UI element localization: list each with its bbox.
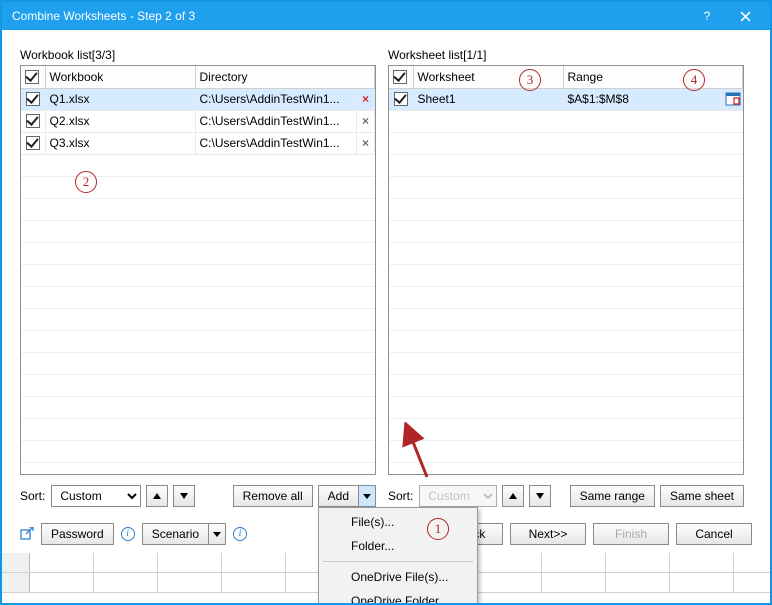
worksheet-list-title: Worksheet list[1/1] [388, 48, 744, 62]
workbook-col-header[interactable]: Workbook [45, 66, 195, 88]
window-title: Combine Worksheets - Step 2 of 3 [12, 9, 688, 23]
remove-row-icon[interactable]: × [356, 110, 374, 132]
wb-sort-select[interactable]: Custom [51, 485, 141, 507]
chevron-down-icon [536, 493, 544, 499]
worksheet-grid[interactable]: Worksheet Range Sheet1$A$1:$M$8 [388, 65, 744, 475]
range-picker-icon[interactable] [721, 88, 743, 110]
ws-sort-select: Custom [419, 485, 497, 507]
scenario-button-label[interactable]: Scenario [143, 524, 209, 544]
table-row[interactable]: Sheet1$A$1:$M$8 [389, 88, 743, 110]
ws-move-up-button[interactable] [502, 485, 524, 507]
wb-move-up-button[interactable] [146, 485, 168, 507]
worksheet-header-row: Worksheet Range [389, 66, 743, 88]
add-dropdown-toggle[interactable] [359, 486, 375, 506]
table-row[interactable]: Q2.xlsxC:\Users\AddinTestWin1...× [21, 110, 375, 132]
workbook-name: Q3.xlsx [45, 132, 195, 154]
worksheet-header-checkbox[interactable] [393, 70, 407, 84]
same-sheet-button[interactable]: Same sheet [660, 485, 744, 507]
remove-row-icon[interactable]: × [356, 132, 374, 154]
row-checkbox[interactable] [26, 114, 40, 128]
row-checkbox[interactable] [26, 92, 40, 106]
wb-sort-label: Sort: [20, 489, 46, 503]
table-row[interactable]: Q3.xlsxC:\Users\AddinTestWin1...× [21, 132, 375, 154]
workbook-list-title: Workbook list[3/3] [20, 48, 376, 62]
chevron-down-icon [180, 493, 188, 499]
next-button[interactable]: Next>> [510, 523, 586, 545]
menu-item-folder[interactable]: Folder... [321, 534, 475, 558]
caret-down-icon [213, 532, 221, 537]
info-icon[interactable]: i [233, 527, 247, 541]
scenario-dropdown-toggle[interactable] [209, 524, 225, 544]
worksheet-name: Sheet1 [413, 88, 563, 110]
menu-item-files[interactable]: File(s)... [321, 510, 475, 534]
menu-item-onedrive-files[interactable]: OneDrive File(s)... [321, 565, 475, 589]
workbook-grid[interactable]: Workbook Directory Q1.xlsxC:\Users\Addin… [20, 65, 376, 475]
worksheet-range: $A$1:$M$8 [563, 88, 721, 110]
cancel-button[interactable]: Cancel [676, 523, 752, 545]
workbook-dir: C:\Users\AddinTestWin1... [195, 88, 356, 110]
finish-button: Finish [593, 523, 669, 545]
close-button[interactable] [726, 2, 764, 30]
add-split-button[interactable]: Add [318, 485, 376, 507]
wb-move-down-button[interactable] [173, 485, 195, 507]
password-button[interactable]: Password [41, 523, 114, 545]
same-range-button[interactable]: Same range [570, 485, 655, 507]
ws-move-down-button[interactable] [529, 485, 551, 507]
title-bar: Combine Worksheets - Step 2 of 3 ? [2, 2, 770, 30]
add-button-label[interactable]: Add [319, 486, 359, 506]
remove-row-icon[interactable]: × [356, 88, 374, 110]
chevron-up-icon [509, 493, 517, 499]
table-row[interactable]: Q1.xlsxC:\Users\AddinTestWin1...× [21, 88, 375, 110]
add-menu[interactable]: File(s)... Folder... OneDrive File(s)...… [318, 507, 478, 605]
workbook-dir: C:\Users\AddinTestWin1... [195, 132, 356, 154]
menu-item-onedrive-folder[interactable]: OneDrive Folder... [321, 589, 475, 605]
chevron-up-icon [153, 493, 161, 499]
caret-down-icon [363, 494, 371, 499]
directory-col-header[interactable]: Directory [195, 66, 375, 88]
ws-sort-label: Sort: [388, 489, 414, 503]
worksheet-col-header[interactable]: Worksheet [413, 66, 563, 88]
menu-separator [323, 561, 473, 562]
row-checkbox[interactable] [394, 92, 408, 106]
external-link-icon[interactable] [20, 527, 34, 541]
workbook-dir: C:\Users\AddinTestWin1... [195, 110, 356, 132]
workbook-header-row: Workbook Directory [21, 66, 375, 88]
scenario-split-button[interactable]: Scenario [142, 523, 226, 545]
workbook-name: Q1.xlsx [45, 88, 195, 110]
workbook-name: Q2.xlsx [45, 110, 195, 132]
range-col-header[interactable]: Range [563, 66, 743, 88]
workbook-header-checkbox[interactable] [25, 70, 39, 84]
remove-all-button[interactable]: Remove all [233, 485, 313, 507]
help-button[interactable]: ? [688, 2, 726, 30]
info-icon[interactable]: i [121, 527, 135, 541]
row-checkbox[interactable] [26, 136, 40, 150]
